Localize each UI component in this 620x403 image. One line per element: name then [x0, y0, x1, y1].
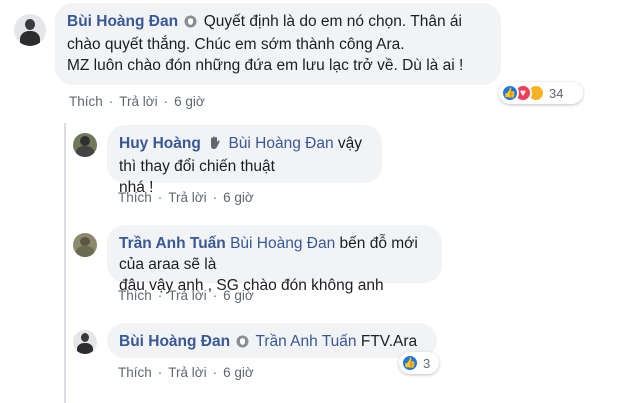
reply-bubble: Trần Anh Tuấn Bùi Hoàng Đan bến đỗ mới c…	[107, 225, 442, 294]
comment-bubble: Bùi Hoàng Đan Quyết định là do em nó chọ…	[55, 3, 501, 85]
avatar[interactable]	[73, 133, 97, 157]
avatar[interactable]	[73, 330, 97, 354]
mention-tag[interactable]: Bùi Hoàng Đan	[228, 135, 333, 152]
comment-text-line2: MZ luôn chào đón những đứa em lưu lạc tr…	[67, 57, 464, 74]
comment-author[interactable]: Bùi Hoàng Đan	[67, 13, 178, 30]
avatar[interactable]	[14, 14, 46, 46]
mention-tag[interactable]: Bùi Hoàng Đan	[230, 235, 335, 252]
like-icon: 👍	[401, 354, 419, 372]
reply-author[interactable]: Bùi Hoàng Đan	[119, 333, 230, 350]
separator-dot: ·	[212, 288, 218, 303]
reply-link[interactable]: Trả lời	[168, 288, 206, 303]
reply-actions: Thích · Trả lời · 6 giờ	[118, 365, 254, 380]
separator-dot: ·	[108, 94, 114, 109]
reply-author[interactable]: Huy Hoàng	[119, 135, 201, 152]
reply-author[interactable]: Trần Anh Tuấn	[119, 235, 226, 252]
verified-badge-icon	[184, 13, 197, 34]
like-link[interactable]: Thích	[69, 94, 103, 109]
separator-dot: ·	[157, 190, 163, 205]
timestamp[interactable]: 6 giờ	[223, 365, 254, 380]
mention-tag[interactable]: Trần Anh Tuấn	[255, 333, 356, 350]
comment-actions: Thích · Trả lời · 6 giờ	[69, 94, 205, 109]
avatar[interactable]	[73, 233, 97, 257]
timestamp[interactable]: 6 giờ	[223, 190, 254, 205]
timestamp[interactable]: 6 giờ	[174, 94, 205, 109]
reaction-count: 3	[423, 355, 431, 371]
reaction-count: 34	[549, 85, 564, 101]
like-link[interactable]: Thích	[118, 365, 152, 380]
reply-actions: Thích · Trả lời · 6 giờ	[118, 288, 254, 303]
reply-link[interactable]: Trả lời	[168, 190, 206, 205]
reply-thread-line	[64, 123, 66, 403]
like-link[interactable]: Thích	[118, 190, 152, 205]
reply-bubble: Bùi Hoàng Đan Trần Anh Tuấn FTV.Ara	[107, 323, 437, 358]
reply-link[interactable]: Trả lời	[119, 94, 157, 109]
hand-icon	[207, 135, 222, 156]
timestamp[interactable]: 6 giờ	[223, 288, 254, 303]
separator-dot: ·	[212, 365, 218, 380]
separator-dot: ·	[157, 365, 163, 380]
reply-text: FTV.Ara	[360, 333, 418, 350]
reply-bubble: Huy Hoàng Bùi Hoàng Đan vậy thì thay đổi…	[107, 125, 382, 196]
like-link[interactable]: Thích	[118, 288, 152, 303]
separator-dot: ·	[212, 190, 218, 205]
reaction-summary[interactable]: 👍 3	[399, 352, 439, 374]
separator-dot: ·	[157, 288, 163, 303]
separator-dot: ·	[163, 94, 169, 109]
reply-link[interactable]: Trả lời	[168, 365, 206, 380]
like-icon: 👍	[501, 84, 519, 102]
verified-badge-icon	[236, 333, 249, 354]
reaction-summary[interactable]: 👍 ♥ 34	[499, 82, 583, 104]
reply-actions: Thích · Trả lời · 6 giờ	[118, 190, 254, 205]
